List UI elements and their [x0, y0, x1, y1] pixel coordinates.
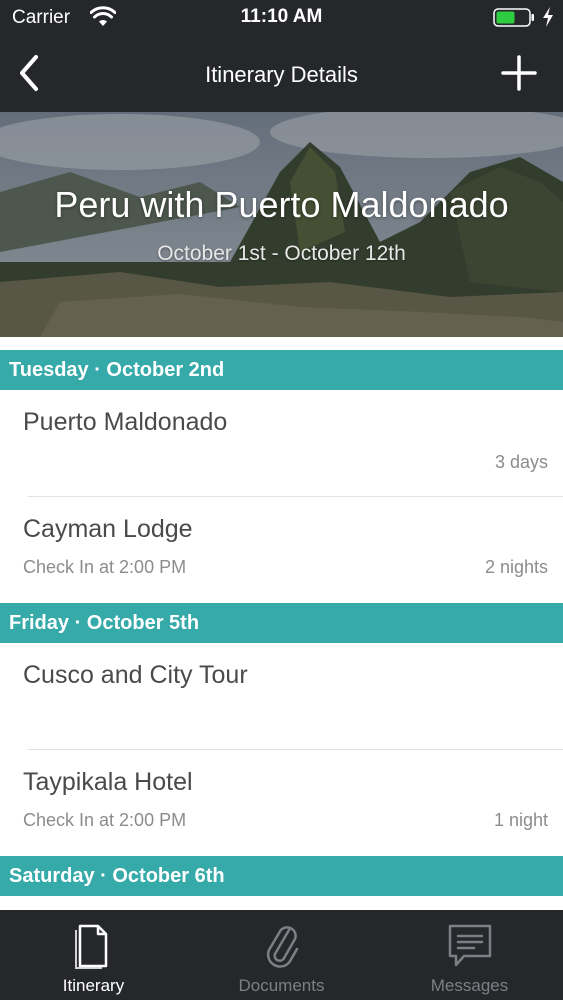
- item-title: Cusco and City Tour: [23, 661, 248, 689]
- itinerary-item[interactable]: Cusco and City Tour: [0, 643, 563, 750]
- spacer: [0, 337, 563, 350]
- day-header: Saturday · October 6th: [0, 856, 563, 896]
- tab-documents[interactable]: Documents: [188, 910, 375, 1000]
- item-subtitle: Check In at 2:00 PM: [23, 810, 187, 830]
- page-title: Itinerary Details: [205, 62, 358, 87]
- tab-label: Messages: [430, 976, 509, 995]
- status-bar: Carrier 11:10 AM: [0, 0, 563, 36]
- item-duration: 3 days: [494, 452, 548, 472]
- tab-label: Itinerary: [62, 976, 125, 995]
- top-bar: Carrier 11:10 AM Itinerary Details: [0, 0, 563, 112]
- item-duration: 2 nights: [484, 557, 548, 577]
- itinerary-item[interactable]: Cayman Lodge Check In at 2:00 PM 2 night…: [0, 497, 563, 603]
- tab-label: Documents: [238, 976, 325, 995]
- item-title: Cayman Lodge: [23, 515, 193, 543]
- status-time: 11:10 AM: [240, 6, 323, 27]
- message-icon: [448, 924, 491, 967]
- battery-icon: [493, 8, 534, 27]
- tab-bar: Itinerary Documents Messages: [0, 910, 563, 1000]
- item-title: Puerto Maldonado: [23, 408, 228, 436]
- trip-dates: October 1st - October 12th: [157, 242, 406, 265]
- item-duration: 1 night: [493, 810, 548, 830]
- itinerary-item[interactable]: Puerto Maldonado 3 days: [0, 390, 563, 497]
- charging-icon: [543, 7, 553, 27]
- day-header: Tuesday · October 2nd: [0, 350, 563, 390]
- tab-messages[interactable]: Messages: [376, 910, 563, 1000]
- paperclip-icon: [266, 926, 298, 968]
- item-subtitle: Check In at 2:00 PM: [23, 557, 187, 577]
- plus-icon[interactable]: [500, 54, 538, 92]
- itinerary-item[interactable]: Taypikala Hotel Check In at 2:00 PM 1 ni…: [0, 750, 563, 856]
- hero-banner: Peru with Puerto Maldonado October 1st -…: [0, 112, 563, 337]
- navigation-bar: Itinerary Details: [0, 36, 563, 112]
- document-icon: [74, 924, 107, 969]
- item-title: Taypikala Hotel: [23, 768, 193, 796]
- tab-itinerary[interactable]: Itinerary: [0, 910, 187, 1000]
- trip-title: Peru with Puerto Maldonado: [54, 184, 509, 225]
- day-header: Friday · October 5th: [0, 603, 563, 643]
